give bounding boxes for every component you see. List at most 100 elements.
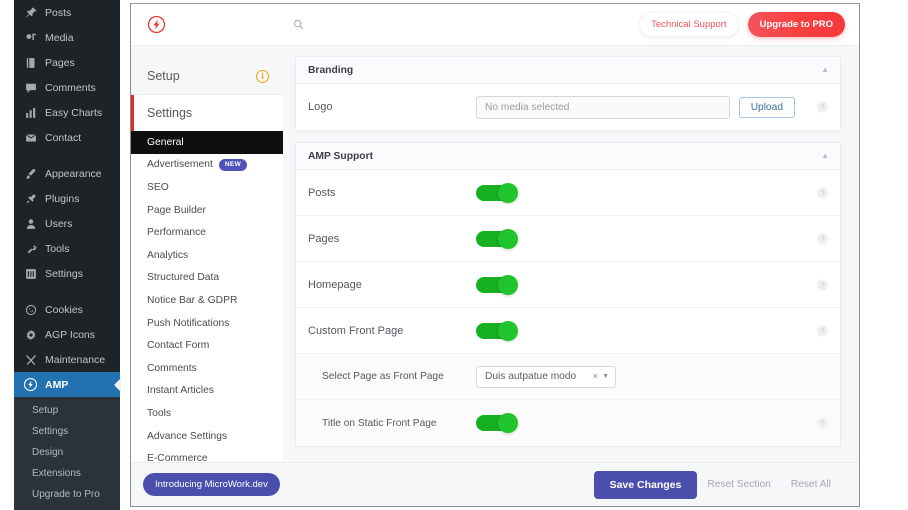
sidebar-item-amp[interactable]: AMP	[14, 372, 120, 397]
settings-menu-item-push-notifications[interactable]: Push Notifications	[131, 311, 283, 335]
settings-menu-item-label: SEO	[147, 181, 169, 193]
amp-submenu-item-setup[interactable]: Setup	[14, 400, 120, 421]
wrench-icon	[23, 241, 38, 256]
amp-submenu-item-design[interactable]: Design	[14, 442, 120, 463]
app-screen: Posts Media Pages Comments Easy Charts C…	[0, 0, 908, 510]
help-icon[interactable]: ?	[817, 417, 828, 429]
save-changes-button[interactable]: Save Changes	[593, 470, 698, 499]
toggle-posts[interactable]	[476, 182, 518, 203]
reset-section-button[interactable]: Reset Section	[697, 471, 780, 498]
amp-submenu-item-extensions[interactable]: Extensions	[14, 463, 120, 484]
info-icon[interactable]: i	[256, 69, 269, 83]
settings-menu-item-seo[interactable]: SEO	[131, 176, 283, 199]
toggle-pages[interactable]	[476, 228, 518, 249]
branding-card-header[interactable]: Branding ▲	[296, 57, 840, 84]
microwork-promo-chip[interactable]: Introducing MicroWork.dev	[143, 473, 280, 496]
sidebar-divider	[14, 150, 120, 161]
help-icon[interactable]: ?	[817, 101, 828, 113]
amp-bolt-icon	[147, 15, 166, 34]
sidebar-item-agp-icons[interactable]: AGP Icons	[14, 322, 120, 347]
toggle-custom-front-page[interactable]	[476, 320, 518, 341]
amp-support-card-header[interactable]: AMP Support ▲	[296, 143, 840, 170]
sidebar-item-plugins[interactable]: Plugins	[14, 186, 120, 211]
settings-menu-item-label: Contact Form	[147, 340, 210, 352]
chevron-up-icon[interactable]: ▲	[821, 66, 829, 74]
help-icon[interactable]: ?	[817, 279, 828, 290]
sidebar-item-contact[interactable]: Contact	[14, 125, 120, 150]
logo-label: Logo	[308, 101, 333, 113]
settings-menu-item-label: Push Notifications	[147, 317, 230, 329]
settings-menu-group-setup[interactable]: Setup i	[131, 58, 283, 94]
settings-menu-group-settings[interactable]: Settings	[131, 95, 283, 131]
settings-menu-item-notice-bar-gdpr[interactable]: Notice Bar & GDPR	[131, 289, 283, 312]
settings-menu-item-label: Page Builder	[147, 204, 206, 216]
search-button[interactable]	[292, 18, 305, 31]
comment-icon	[23, 80, 38, 95]
reset-all-button[interactable]: Reset All	[781, 471, 841, 498]
upgrade-to-pro-button[interactable]: Upgrade to PRO	[747, 12, 845, 37]
amp-support-row-title-static-front-page: Title on Static Front Page ?	[296, 400, 840, 446]
mail-icon	[23, 130, 38, 145]
user-icon	[23, 216, 38, 231]
sidebar-item-tools[interactable]: Tools	[14, 236, 120, 261]
settings-menu-item-label: Structured Data	[147, 272, 220, 284]
settings-menu-item-analytics[interactable]: Analytics	[131, 243, 283, 267]
sidebar-item-label: Pages	[45, 56, 75, 69]
wp-sidebar-group-3: Cookies AGP Icons Maintenance	[14, 297, 120, 372]
sidebar-item-pages[interactable]: Pages	[14, 50, 120, 75]
row-label: Title on Static Front Page	[322, 417, 437, 429]
settings-menu-item-structured-data[interactable]: Structured Data	[131, 266, 283, 290]
logo-row: Logo No media selected Upload ?	[296, 84, 840, 130]
sidebar-item-media[interactable]: Media	[14, 25, 120, 50]
pin-icon	[23, 5, 38, 20]
sidebar-item-users[interactable]: Users	[14, 211, 120, 236]
toggle-title-static-front-page[interactable]	[476, 413, 518, 433]
amp-support-row-select-front-page: Select Page as Front Page Duis autpatue …	[296, 354, 840, 400]
settings-menu-item-label: Performance	[147, 227, 206, 239]
amp-support-row-posts: Posts ?	[296, 170, 840, 216]
amp-submenu-item-upgrade-to-pro[interactable]: Upgrade to Pro	[14, 484, 120, 505]
sidebar-item-appearance[interactable]: Appearance	[14, 161, 120, 186]
clear-icon[interactable]: ×	[593, 371, 599, 382]
submenu-label: Settings	[32, 426, 69, 437]
submenu-label: Upgrade to Pro	[32, 489, 100, 500]
sidebar-item-cookies[interactable]: Cookies	[14, 297, 120, 322]
wp-sidebar-group-2: Appearance Plugins Users Tools Settings	[14, 161, 120, 286]
settings-menu-item-instant-articles[interactable]: Instant Articles	[131, 379, 283, 403]
settings-menu-item-label: Tools	[147, 407, 172, 419]
sidebar-item-easy-charts[interactable]: Easy Charts	[14, 100, 120, 125]
plug-icon	[23, 191, 38, 206]
settings-menu-item-label: Instant Articles	[147, 385, 214, 397]
help-icon[interactable]: ?	[817, 233, 828, 244]
settings-menu-item-page-builder[interactable]: Page Builder	[131, 198, 283, 222]
settings-menu-item-comments[interactable]: Comments	[131, 356, 283, 380]
settings-menu-item-general[interactable]: General	[131, 131, 283, 154]
caret-down-icon[interactable]: ▼	[602, 373, 609, 380]
sidebar-item-settings[interactable]: Settings	[14, 261, 120, 286]
help-icon[interactable]: ?	[817, 187, 828, 198]
sidebar-item-posts[interactable]: Posts	[14, 0, 120, 25]
chevron-up-icon[interactable]: ▲	[821, 152, 829, 160]
upload-button[interactable]: Upload	[738, 96, 795, 118]
settings-menu-item-performance[interactable]: Performance	[131, 221, 283, 244]
toggle-homepage[interactable]	[476, 274, 518, 295]
amp-support-row-custom-front-page: Custom Front Page ?	[296, 308, 840, 354]
sidebar-item-comments[interactable]: Comments	[14, 75, 120, 100]
amp-submenu-item-settings[interactable]: Settings	[14, 421, 120, 442]
brush-icon	[23, 166, 38, 181]
sidebar-item-label: AMP	[45, 378, 69, 391]
toggle-knob	[498, 274, 518, 295]
amp-submenu-item-documentation[interactable]: Documentation	[14, 505, 120, 510]
settings-menu-item-contact-form[interactable]: Contact Form	[131, 334, 283, 357]
technical-support-button[interactable]: Technical Support	[639, 12, 739, 37]
help-icon[interactable]: ?	[817, 325, 828, 336]
settings-menu-item-advertisement[interactable]: Advertisement NEW	[131, 153, 283, 177]
settings-menu-item-tools[interactable]: Tools	[131, 402, 283, 425]
logo-media-input[interactable]: No media selected	[476, 95, 730, 119]
settings-menu-group-label: Setup	[147, 69, 180, 83]
sidebar-item-label: Appearance	[45, 167, 102, 180]
settings-menu-item-label: Analytics	[147, 249, 189, 261]
settings-menu-item-advance-settings[interactable]: Advance Settings	[131, 424, 283, 448]
front-page-select[interactable]: Duis autpatue modo × ▼	[476, 365, 616, 388]
sidebar-item-maintenance[interactable]: Maintenance	[14, 347, 120, 372]
